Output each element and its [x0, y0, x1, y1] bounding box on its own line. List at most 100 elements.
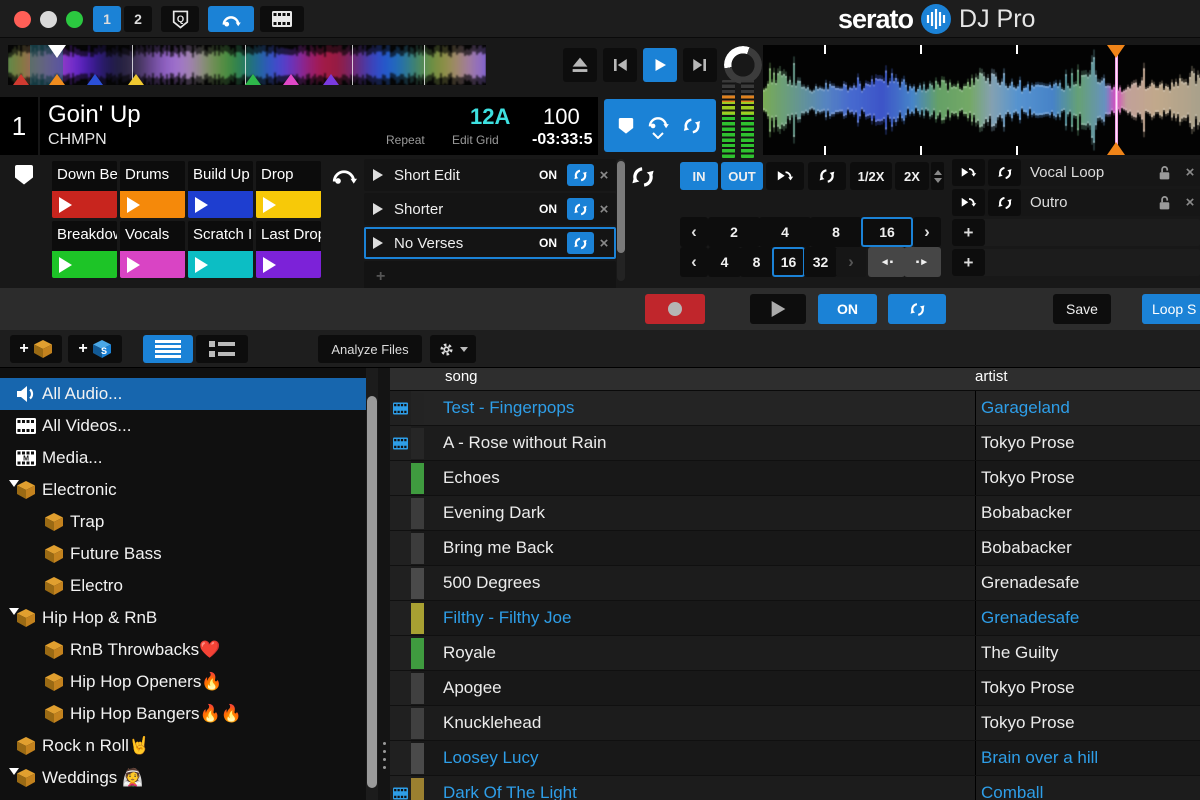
flip-sync-button[interactable] — [567, 164, 594, 186]
column-header-artist[interactable]: artist — [975, 368, 1008, 390]
sidebar-item-all-audio[interactable]: All Audio... — [0, 378, 366, 410]
sidebar-item-weddings[interactable]: Weddings 👰 — [0, 762, 366, 794]
close-icon[interactable]: × — [1180, 194, 1200, 211]
virtual-deck-platter[interactable] — [724, 46, 762, 84]
edit-grid-button[interactable]: Edit Grid — [452, 133, 499, 147]
beatjump-16-active[interactable]: 16 — [772, 247, 805, 277]
beatjump-next-button-disabled[interactable]: › — [836, 247, 866, 277]
cue-pad-5[interactable]: Breakdow — [52, 221, 117, 278]
table-row[interactable]: Knucklehead Tokyo Prose — [390, 706, 1200, 741]
loop-size-2[interactable]: 2 — [708, 217, 760, 247]
sidebar-item-hip-hop-bangers[interactable]: Hip Hop Bangers🔥🔥 — [0, 698, 366, 730]
column-header-song[interactable]: song — [390, 368, 975, 390]
save-button[interactable]: Save — [1053, 294, 1111, 324]
loop-active-button[interactable] — [808, 162, 846, 190]
deck-tab-2[interactable]: 2 — [124, 6, 152, 32]
table-row[interactable]: Filthy - Filthy Joe Grenadesafe — [390, 601, 1200, 636]
library-divider[interactable] — [378, 368, 390, 800]
flip-play-button[interactable] — [750, 294, 806, 324]
quantize-button[interactable]: Q — [161, 6, 199, 32]
loop-out-button[interactable]: OUT — [721, 162, 763, 190]
sidebar-item-electro[interactable]: Electro — [0, 570, 366, 602]
play-button[interactable] — [643, 48, 677, 82]
loop-in-button[interactable]: IN — [680, 162, 718, 190]
add-loop-slot[interactable]: + — [952, 249, 1200, 276]
flip-on-toggle[interactable]: ON — [539, 168, 567, 182]
table-row[interactable]: Echoes Tokyo Prose — [390, 461, 1200, 496]
loop-roll-button[interactable] — [952, 189, 985, 216]
stepper-down-icon[interactable] — [934, 178, 942, 183]
loop-size-16-active[interactable]: 16 — [861, 217, 913, 247]
table-row[interactable]: A - Rose without Rain Tokyo Prose — [390, 426, 1200, 461]
cue-pad-1[interactable]: Down Be — [52, 161, 117, 218]
eject-button[interactable] — [563, 48, 597, 82]
loop-roll-button[interactable] — [952, 159, 985, 186]
sidebar-item-partial[interactable] — [0, 794, 366, 800]
loop-sync-icon[interactable] — [630, 164, 656, 190]
close-window-icon[interactable] — [14, 11, 31, 28]
beatjump-prev-button[interactable]: ‹ — [680, 247, 708, 277]
sidebar-item-hip-hop-openers[interactable]: Hip Hop Openers🔥 — [0, 666, 366, 698]
flip-row-selected[interactable]: No Verses ON × — [364, 227, 616, 259]
loop-roll-button[interactable] — [766, 162, 804, 190]
flip-scrollbar-thumb[interactable] — [617, 161, 625, 253]
library-settings-button[interactable] — [430, 335, 476, 363]
flip-row[interactable]: Shorter ON × — [364, 193, 616, 225]
minimize-window-icon[interactable] — [40, 11, 57, 28]
add-crate-button[interactable]: + — [10, 335, 62, 363]
close-icon[interactable]: × — [594, 167, 614, 184]
lock-icon[interactable] — [1158, 195, 1180, 211]
sidebar-scrollbar-thumb[interactable] — [367, 396, 377, 788]
loop-size-4[interactable]: 4 — [759, 217, 811, 247]
add-loop-slot[interactable]: + — [952, 219, 1200, 246]
sidebar-item-rock-n-roll[interactable]: Rock n Roll🤘 — [0, 730, 366, 762]
table-row[interactable]: Test - Fingerpops Garageland — [390, 391, 1200, 426]
cue-pad-7[interactable]: Scratch I — [188, 221, 253, 278]
sidebar-item-all-videos[interactable]: All Videos... — [0, 410, 366, 442]
sidebar-item-future-bass[interactable]: Future Bass — [0, 538, 366, 570]
beatjump-8[interactable]: 8 — [740, 247, 773, 277]
loop-size-prev-button[interactable]: ‹ — [680, 217, 708, 247]
table-row[interactable]: 500 Degrees Grenadesafe — [390, 566, 1200, 601]
cue-pad-8[interactable]: Last Drop — [256, 221, 321, 278]
analyze-files-button[interactable]: Analyze Files — [318, 335, 422, 363]
close-icon[interactable]: × — [1180, 164, 1200, 181]
loop-half-button[interactable]: 1/2X — [850, 162, 892, 190]
loop-icon[interactable] — [988, 159, 1021, 186]
flip-record-button[interactable] — [645, 294, 705, 324]
loop-size-next-button[interactable]: › — [913, 217, 941, 247]
stepper-up-icon[interactable] — [934, 170, 942, 175]
beatjump-forward-button[interactable]: ▪► — [904, 247, 941, 277]
table-row[interactable]: Loosey Lucy Brain over a hill — [390, 741, 1200, 776]
repeat-button[interactable]: Repeat — [386, 133, 425, 147]
beatgrid-marker-top-icon[interactable] — [1107, 45, 1125, 58]
play-icon[interactable] — [366, 237, 390, 249]
next-track-button[interactable] — [683, 48, 717, 82]
cue-pad-4[interactable]: Drop — [256, 161, 321, 218]
cue-pad-3[interactable]: Build Up — [188, 161, 253, 218]
saved-loop-row[interactable]: Outro × — [952, 189, 1200, 216]
table-row[interactable]: Apogee Tokyo Prose — [390, 671, 1200, 706]
flip-on-toggle[interactable]: ON — [539, 236, 567, 250]
track-overview-waveform[interactable] — [8, 45, 486, 85]
time-remaining[interactable]: -03:33:5 — [532, 131, 592, 149]
loop-slot-button[interactable]: Loop S — [1142, 294, 1200, 324]
play-icon[interactable] — [366, 169, 390, 181]
table-row[interactable]: Evening Dark Bobabacker — [390, 496, 1200, 531]
sidebar-item-rnb-throwbacks[interactable]: RnB Throwbacks❤️ — [0, 634, 366, 666]
detail-view-button[interactable] — [196, 335, 248, 363]
flip-sync-button[interactable] — [567, 232, 594, 254]
loop-size-8[interactable]: 8 — [810, 217, 862, 247]
loop-double-button[interactable]: 2X — [895, 162, 929, 190]
maximize-window-icon[interactable] — [66, 11, 83, 28]
sidebar-item-hip-hop-rnb[interactable]: Hip Hop & RnB — [0, 602, 366, 634]
flip-scrollbar[interactable] — [617, 159, 625, 281]
cue-pad-2[interactable]: Drums — [120, 161, 185, 218]
sidebar-scrollbar[interactable] — [366, 368, 378, 800]
flip-on-button[interactable]: ON — [818, 294, 877, 324]
close-icon[interactable]: × — [594, 201, 614, 218]
flip-sync-button[interactable] — [567, 198, 594, 220]
beatgrid-marker-bottom-icon[interactable] — [1107, 142, 1125, 155]
close-icon[interactable]: × — [594, 235, 614, 252]
lock-icon[interactable] — [1158, 165, 1180, 181]
